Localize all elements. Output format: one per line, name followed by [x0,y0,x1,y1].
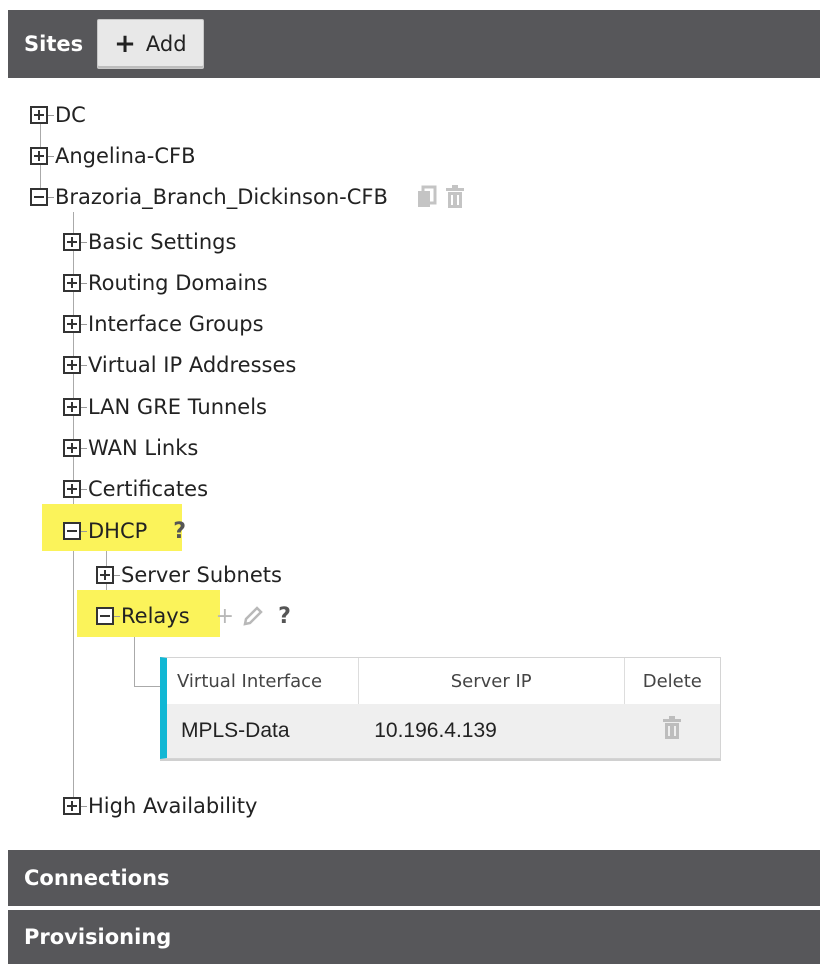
expand-icon[interactable] [30,147,48,165]
tree-node-certificates[interactable]: Certificates [63,472,208,506]
expand-icon[interactable] [63,274,81,292]
tree-node-basic-settings[interactable]: Basic Settings [63,225,236,259]
column-header-delete: Delete [642,670,702,692]
collapse-icon[interactable] [96,607,114,625]
expand-icon[interactable] [63,233,81,251]
trash-icon[interactable] [444,185,466,209]
cell-virtual-interface: MPLS-Data [167,704,359,758]
collapse-icon[interactable] [30,188,48,206]
add-relay-icon[interactable]: + [216,604,234,629]
tree-stub [81,323,87,325]
add-label: Add [145,32,187,56]
tree-node-lan-gre[interactable]: LAN GRE Tunnels [63,390,267,424]
tree-node-high-availability[interactable]: High Availability [63,789,257,823]
tree-node-label: Basic Settings [88,230,237,254]
tree-stub [81,488,87,490]
tree-node-interface-groups[interactable]: Interface Groups [63,307,264,341]
tree-node-label: Relays [121,604,190,628]
tree-stub [81,406,87,408]
expand-icon[interactable] [63,480,81,498]
connections-title: Connections [24,866,170,890]
tree-node-label: Virtual IP Addresses [88,353,297,377]
tree-connector [134,686,160,687]
provisioning-title: Provisioning [24,925,172,949]
connections-section-header[interactable]: Connections [8,850,820,906]
tree-stub [48,155,54,157]
copy-icon[interactable] [416,185,438,209]
tree-stub [81,241,87,243]
column-header-virtual-interface[interactable]: Virtual Interface [167,658,359,704]
tree-node-label: LAN GRE Tunnels [88,395,268,419]
tree-node-server-subnets[interactable]: Server Subnets [96,558,282,592]
tree-stub [81,364,87,366]
relay-actions: + ? [216,604,291,629]
tree-node-label: Server Subnets [121,563,282,587]
cell-server-ip: 10.196.4.139 [358,704,625,758]
tree-stub [48,196,54,198]
tree-node-label: WAN Links [88,436,199,460]
expand-icon[interactable] [63,439,81,457]
tree-node-angelina[interactable]: Angelina-CFB [30,139,196,173]
collapse-icon[interactable] [63,522,81,540]
tree-node-label: DC [55,103,86,127]
tree-stub [114,574,120,576]
tree-node-label: Certificates [88,477,209,501]
expand-icon[interactable] [63,356,81,374]
tree-node-label: DHCP [88,519,148,543]
sites-section-header[interactable]: Sites + Add [8,10,820,78]
sites-title: Sites [24,32,84,56]
tree-stub [48,114,54,116]
trash-icon[interactable] [661,716,683,740]
plus-icon: + [114,29,136,59]
expand-icon[interactable] [96,566,114,584]
expand-icon[interactable] [63,315,81,333]
tree-node-label: Brazoria_Branch_Dickinson-CFB [55,185,388,209]
tree-connector [134,634,135,686]
tree-node-label: Routing Domains [88,271,268,295]
tree-node-relays[interactable]: Relays + ? [96,599,291,633]
edit-pencil-icon[interactable] [242,605,264,627]
tree-node-virtual-ip[interactable]: Virtual IP Addresses [63,348,296,382]
tree-stub [81,282,87,284]
tree-stub [81,530,87,532]
tree-node-label: Angelina-CFB [55,144,196,168]
tree-node-label: High Availability [88,794,258,818]
help-icon[interactable]: ? [173,519,186,544]
tree-stub [114,615,120,617]
tree-node-dhcp[interactable]: DHCP ? [63,514,186,548]
column-header-server-ip[interactable]: Server IP [358,658,625,704]
table-header-row: Virtual Interface Server IP Delete [167,658,720,704]
expand-icon[interactable] [63,797,81,815]
tree-stub [81,447,87,449]
help-icon[interactable]: ? [278,604,291,629]
tree-node-routing-domains[interactable]: Routing Domains [63,266,268,300]
tree-node-brazoria[interactable]: Brazoria_Branch_Dickinson-CFB [30,180,466,214]
tree-node-wan-links[interactable]: WAN Links [63,431,198,465]
expand-icon[interactable] [63,398,81,416]
site-tree: DC Angelina-CFB Brazoria_Branch_Dickinso… [0,0,820,964]
tree-node-label: Interface Groups [88,312,264,336]
provisioning-section-header[interactable]: Provisioning [8,910,820,964]
cell-delete [624,704,720,758]
relays-table: Virtual Interface Server IP Delete MPLS-… [160,657,721,759]
tree-stub [81,805,87,807]
expand-icon[interactable] [30,106,48,124]
tree-node-dc[interactable]: DC [30,98,86,132]
site-actions [416,185,466,209]
add-site-button[interactable]: + Add [97,19,204,69]
table-row[interactable]: MPLS-Data 10.196.4.139 [167,704,720,758]
